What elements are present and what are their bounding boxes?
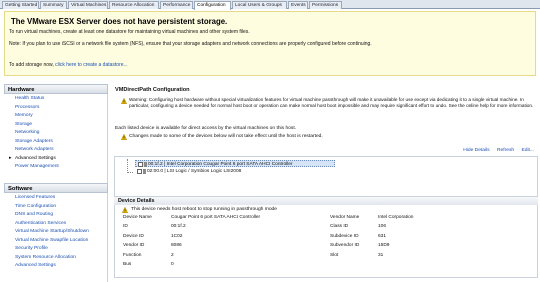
hardware-nav: Health Status Processors Memory Storage … <box>4 95 108 172</box>
banner-title: The VMware ESX Server does not have pers… <box>11 17 228 26</box>
device-checkbox[interactable] <box>138 162 143 167</box>
detail-value: Intel Corporation <box>378 215 414 220</box>
sidebar-item-licensed-features[interactable]: Licensed Features <box>4 194 108 203</box>
detail-value: 8086 <box>171 243 182 248</box>
reboot-notice: This device needs host reboot to stop ru… <box>131 207 277 212</box>
detail-value: 31 <box>378 253 384 258</box>
create-datastore-link[interactable]: click here to create a datastore... <box>55 62 128 68</box>
detail-label: ID <box>123 224 128 229</box>
tab-events[interactable]: Events <box>288 1 308 9</box>
detail-label: Slot <box>330 253 339 258</box>
detail-label: Vendor Name <box>330 215 360 220</box>
config-sidebar: Hardware Health Status Processors Memory… <box>4 84 108 282</box>
device-checkbox[interactable] <box>137 169 142 174</box>
detail-label: Device Name <box>123 215 152 220</box>
sidebar-item-processors[interactable]: Processors <box>4 104 108 113</box>
sidebar-item-label: Advanced Settings <box>15 155 56 161</box>
detail-value: 0 <box>171 262 174 267</box>
sidebar-item-memory[interactable]: Memory <box>4 112 108 121</box>
sidebar-item-dns-routing[interactable]: DNS and Routing <box>4 211 108 220</box>
tab-performance[interactable]: Performance <box>160 1 193 9</box>
device-label: 00:1f.2 | Intel Corporation Cougar Point… <box>148 162 293 167</box>
detail-value: 15D9 <box>378 243 390 248</box>
sidebar-item-networking[interactable]: Networking <box>4 129 108 138</box>
pci-device-icon <box>144 162 147 167</box>
sidebar-item-advanced-settings-sw[interactable]: Advanced Settings <box>4 262 108 271</box>
passthrough-warning: Warning: Configuring host hardware witho… <box>129 97 534 108</box>
detail-label: Subvendor ID <box>330 243 360 248</box>
detail-label: Vendor ID <box>123 243 145 248</box>
detail-value: 00:1f.2 <box>171 224 186 229</box>
detail-label: Function <box>123 253 142 258</box>
sidebar-item-network-adapters[interactable]: Network Adapters <box>4 146 108 155</box>
tab-local-users-groups[interactable]: Local Users & Groups <box>232 1 287 9</box>
edit-link[interactable]: Edit... <box>521 148 534 153</box>
detail-value: 2 <box>171 253 174 258</box>
add-storage-text: To add storage now, click here to create… <box>9 62 128 68</box>
hardware-header[interactable]: Hardware <box>4 84 108 94</box>
device-details-header: Device Details <box>114 196 538 205</box>
banner-description: To run virtual machines, create at least… <box>9 29 250 35</box>
sidebar-item-vm-swapfile-location[interactable]: Virtual Machine Swapfile Location <box>4 237 108 246</box>
detail-value: 1C02 <box>171 234 183 239</box>
tab-permissions[interactable]: Permissions <box>309 1 342 9</box>
sidebar-item-health-status[interactable]: Health Status <box>4 95 108 104</box>
software-nav: Licensed Features Time Configuration DNS… <box>4 194 108 271</box>
storage-warning-banner: The VMware ESX Server does not have pers… <box>4 11 536 76</box>
tab-bar: Getting Started Summary Virtual Machines… <box>0 0 540 10</box>
tab-configuration[interactable]: Configuration <box>194 1 231 10</box>
tab-resource-allocation[interactable]: Resource Allocation <box>109 1 159 9</box>
detail-label: Class ID <box>330 224 349 229</box>
detail-value: 631 <box>378 234 387 239</box>
warning-icon <box>121 134 127 140</box>
restart-notice: Changes made to some of the devices belo… <box>129 134 323 139</box>
device-label: 02:00.0 | LSI Logic / Symbios Logic LSI2… <box>147 169 242 174</box>
tab-summary[interactable]: Summary <box>40 1 67 9</box>
detail-label: Device ID <box>123 234 144 239</box>
refresh-link[interactable]: Refresh <box>497 148 514 153</box>
sidebar-item-system-resource-allocation[interactable]: System Resource Allocation <box>4 254 108 263</box>
warning-icon <box>122 207 128 213</box>
tab-getting-started[interactable]: Getting Started <box>2 1 39 9</box>
sidebar-item-storage[interactable]: Storage <box>4 121 108 130</box>
device-row[interactable]: 02:00.0 | LSI Logic / Symbios Logic LSI2… <box>135 168 241 175</box>
sidebar-item-time-configuration[interactable]: Time Configuration <box>4 203 108 212</box>
hide-details-link[interactable]: Hide Details <box>463 148 489 153</box>
software-header[interactable]: Software <box>4 183 108 193</box>
page-title: VMDirectPath Configuration <box>115 87 190 93</box>
device-toolbar: Hide Details Refresh Edit... <box>457 148 534 153</box>
detail-value: 106 <box>378 224 387 229</box>
add-storage-prefix: To add storage now, <box>9 62 56 68</box>
detail-label: Bus <box>123 262 132 267</box>
device-row-selected[interactable]: 00:1f.2 | Intel Corporation Cougar Point… <box>135 160 335 167</box>
sidebar-item-power-management[interactable]: Power Management <box>4 163 108 172</box>
sidebar-item-security-profile[interactable]: Security Profile <box>4 245 108 254</box>
detail-value: Cougar Point 6 port SATA AHCI Controller <box>171 215 261 220</box>
warning-icon <box>121 98 127 104</box>
sidebar-item-advanced-settings-hw[interactable]: ▸ Advanced Settings <box>4 155 108 164</box>
tree-connector <box>127 159 133 173</box>
vmdirectpath-panel: VMDirectPath Configuration Warning: Conf… <box>110 84 540 282</box>
banner-note: Note: If you plan to use iSCSI or a netw… <box>9 41 372 47</box>
tab-virtual-machines[interactable]: Virtual Machines <box>68 1 108 9</box>
pci-device-icon <box>143 169 146 174</box>
sidebar-item-storage-adapters[interactable]: Storage Adapters <box>4 138 108 147</box>
available-devices-text: Each listed device is available for dire… <box>115 126 297 131</box>
detail-label: Subdevice ID <box>330 234 359 239</box>
sidebar-item-vm-startup-shutdown[interactable]: Virtual Machine Startup/Shutdown <box>4 228 108 237</box>
sidebar-item-authentication-services[interactable]: Authentication Services <box>4 220 108 229</box>
